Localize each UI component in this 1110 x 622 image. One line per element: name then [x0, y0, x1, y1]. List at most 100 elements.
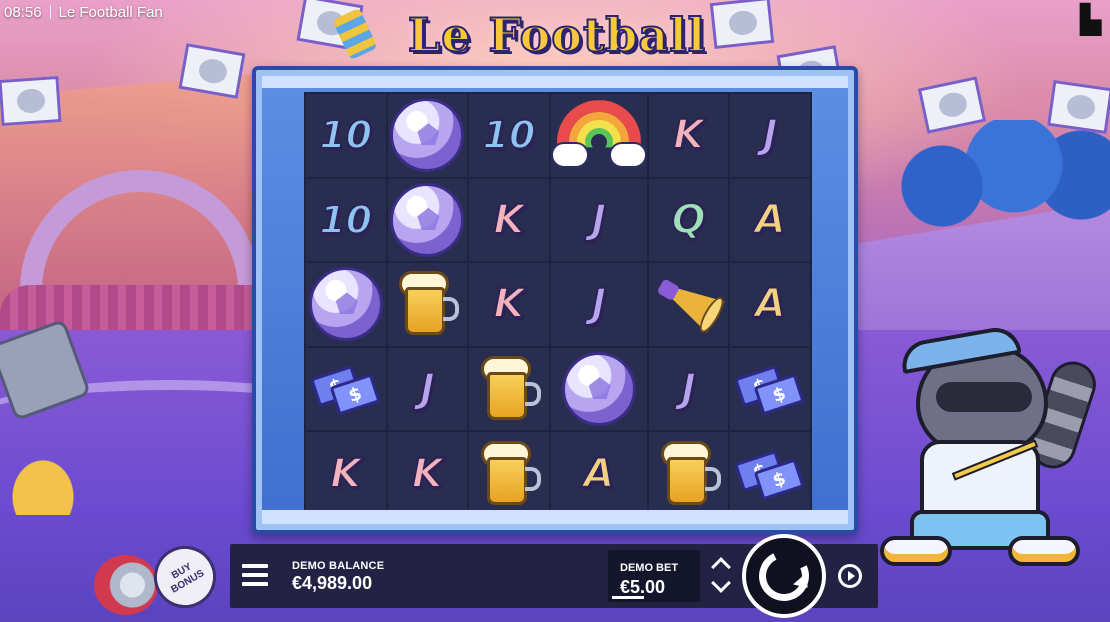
beer-glass — [405, 287, 446, 336]
soda-can-icon — [94, 555, 158, 615]
clock: 08:56 — [4, 3, 42, 21]
symbol-ten: 10 — [482, 112, 537, 158]
symbol-king: K — [672, 111, 705, 159]
cloud-left — [550, 142, 589, 169]
football-icon — [561, 352, 636, 427]
cloud-right — [608, 142, 647, 169]
symbol-king: K — [411, 450, 444, 498]
reel-cell: J — [730, 94, 810, 177]
reel-cell: K — [306, 432, 386, 515]
reel-cell: A — [730, 263, 810, 346]
raccoon-mask — [936, 382, 1032, 412]
symbol-jack: J — [590, 280, 607, 328]
reel-cell: K — [469, 263, 549, 346]
window-title: Le Football Fan — [58, 3, 163, 21]
menu-line — [242, 573, 268, 577]
reel-cell: J — [550, 263, 647, 346]
football-icon — [390, 98, 465, 173]
reel-cell: 10 — [469, 94, 549, 177]
menu-line — [242, 564, 268, 568]
beer-handle — [443, 297, 460, 322]
reel-cell: K — [387, 432, 468, 515]
beer-glass — [486, 372, 527, 421]
reel-cell: J — [648, 347, 729, 431]
reel-cell: $$ — [306, 347, 386, 431]
balance-label: DEMO BALANCE — [292, 560, 385, 572]
beer-mug-icon — [479, 356, 541, 422]
beer-glass — [486, 456, 527, 505]
raccoon-shoe-left — [880, 536, 952, 566]
control-bar: DEMO BALANCE €4,989.00 DEMO BET €5.00 — [230, 534, 878, 618]
reel-grid: 1010KJ10KJQAKJA$$JJ$$KKA$$ — [304, 92, 812, 517]
reel-cell — [648, 263, 729, 346]
symbol-ace: A — [754, 196, 787, 244]
reel-cell: A — [730, 178, 810, 262]
beer-glass — [666, 456, 707, 505]
horn-icon — [642, 261, 734, 349]
reel-cell: $$ — [730, 432, 810, 515]
reel-cell: A — [550, 432, 647, 515]
banana-peel-icon — [8, 455, 78, 515]
reel-cell: $$ — [730, 347, 810, 431]
menu-line — [242, 582, 268, 586]
bunting-flag — [1047, 80, 1110, 134]
symbol-king: K — [329, 450, 362, 498]
reel-cell: K — [469, 178, 549, 262]
reel-cell: J — [387, 347, 468, 431]
rainbow-icon — [550, 98, 647, 172]
ticket-icon: $$ — [307, 352, 384, 426]
reel-cell: 10 — [306, 94, 386, 177]
reel-cell — [469, 432, 549, 515]
symbol-king: K — [492, 280, 525, 328]
football-icon — [308, 267, 383, 342]
reel-cell — [306, 263, 386, 346]
raccoon-mascot — [880, 323, 1102, 570]
bet-decrease-icon[interactable] — [711, 573, 731, 593]
reel-cell: Q — [648, 178, 729, 262]
symbol-ace: A — [754, 280, 787, 328]
balance-value: €4,989.00 — [292, 573, 373, 593]
reel-cell — [387, 178, 468, 262]
reel-cell — [648, 432, 729, 515]
reel-frame: 1010KJ10KJQAKJA$$JJ$$KKA$$ — [252, 66, 858, 534]
status-bar: 08:56 Le Football Fan — [0, 0, 163, 24]
reel-frame-top — [262, 76, 848, 88]
bet-stepper — [706, 554, 740, 598]
balance-display: DEMO BALANCE €4,989.00 — [292, 560, 384, 594]
ticket-icon: $$ — [732, 352, 809, 426]
reel-cell: K — [648, 94, 729, 177]
football-icon — [390, 182, 465, 257]
reel-cell — [550, 94, 647, 177]
spin-button[interactable] — [742, 534, 826, 618]
beer-handle — [524, 466, 541, 491]
symbol-jack: J — [762, 111, 779, 159]
symbol-jack: J — [680, 365, 697, 413]
beer-handle — [524, 382, 541, 407]
bet-value: €5.00 — [620, 577, 666, 597]
hamburger-menu-icon[interactable] — [242, 564, 268, 586]
beer-mug-icon — [659, 440, 721, 507]
beer-mug-icon — [397, 271, 460, 337]
reel-frame-bottom — [262, 510, 848, 524]
spin-icon — [751, 543, 817, 609]
symbol-jack: J — [590, 196, 607, 244]
blue-bush — [870, 120, 1110, 230]
symbol-ten: 10 — [318, 197, 373, 243]
game-logo: Le Football Fan — [407, 7, 707, 117]
beer-mug-icon — [479, 440, 541, 507]
symbol-ten: 10 — [318, 112, 373, 158]
beer-handle — [704, 466, 721, 491]
bunting-flag — [0, 75, 62, 127]
reel-cell — [387, 263, 468, 346]
autoplay-icon[interactable] — [838, 564, 862, 588]
reel-cell: 10 — [306, 178, 386, 262]
bet-display[interactable]: DEMO BET €5.00 — [608, 550, 700, 602]
symbol-ace: A — [582, 450, 615, 498]
reel-cell — [387, 94, 468, 177]
raccoon-shoe-right — [1008, 536, 1080, 566]
bet-level-bar — [612, 596, 644, 599]
reel-cell — [469, 347, 549, 431]
reel-cell — [550, 347, 647, 431]
symbol-queen: Q — [671, 196, 707, 244]
hacksaw-logo-icon: ▙ — [1080, 3, 1102, 36]
